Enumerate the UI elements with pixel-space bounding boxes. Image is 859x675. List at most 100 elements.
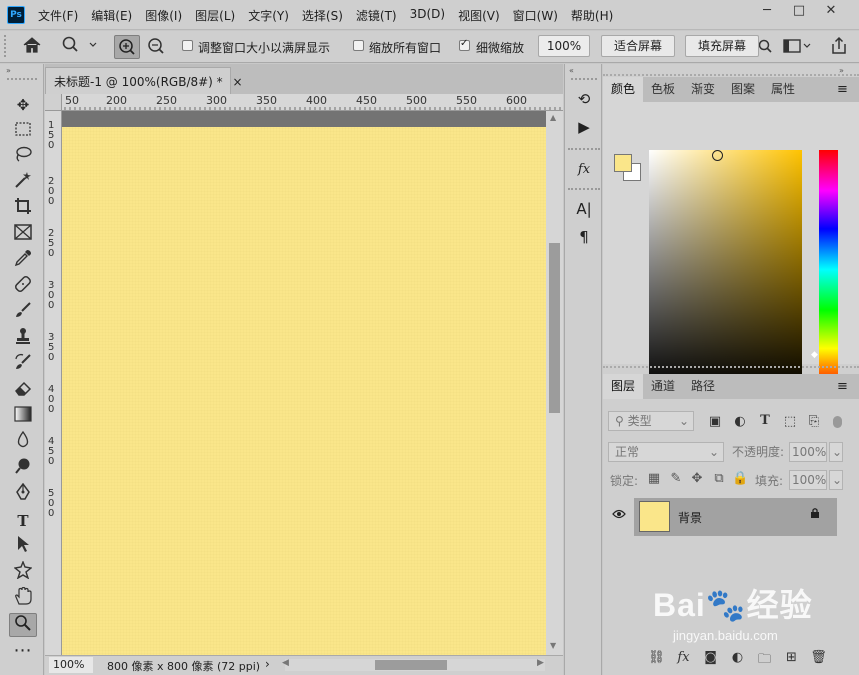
styles-panel-icon[interactable]: fx xyxy=(574,159,594,181)
document-tab[interactable]: 未标题-1 @ 100%(RGB/8#) * × xyxy=(45,67,243,94)
blend-mode-select[interactable]: 正常 ⌄ xyxy=(608,442,724,462)
panel-grip[interactable] xyxy=(603,74,859,76)
blur-tool-icon[interactable] xyxy=(9,430,37,455)
menu-3d[interactable]: 3D(D) xyxy=(410,7,445,24)
lock-artboard-icon[interactable]: ⧉ xyxy=(711,471,727,486)
layer-visibility-eye-icon[interactable] xyxy=(612,508,626,523)
color-picker-marker[interactable] xyxy=(712,150,723,161)
scroll-left-icon[interactable]: ◀ xyxy=(282,658,289,668)
scrubby-zoom-checkbox[interactable] xyxy=(459,38,470,51)
tab-close-icon[interactable]: × xyxy=(233,75,243,89)
filter-adjustment-icon[interactable]: ◐ xyxy=(732,414,748,429)
tab-patterns[interactable]: 图案 xyxy=(723,77,763,102)
color-field[interactable] xyxy=(649,150,802,389)
pen-tool-icon[interactable] xyxy=(9,482,37,507)
collapse-arrows-icon[interactable]: » xyxy=(6,66,11,75)
workspace-icon[interactable] xyxy=(783,38,811,57)
tab-gradients[interactable]: 渐变 xyxy=(683,77,723,102)
magic-wand-tool-icon[interactable] xyxy=(9,171,37,195)
menu-file[interactable]: 文件(F) xyxy=(38,7,78,24)
actions-panel-icon[interactable]: ▶ xyxy=(574,116,594,138)
zoom-percent-field[interactable]: 100% xyxy=(538,35,590,57)
tab-swatches[interactable]: 色板 xyxy=(643,77,683,102)
close-button[interactable]: ✕ xyxy=(815,0,847,22)
vertical-ruler[interactable]: 1 5 0 2 0 0 2 5 0 3 0 0 3 5 0 4 0 0 4 5 … xyxy=(45,111,62,655)
ruler-origin[interactable] xyxy=(45,94,62,111)
fill-field[interactable]: 100% xyxy=(789,470,827,490)
lock-position-icon[interactable]: ✥ xyxy=(689,471,705,486)
options-grip[interactable] xyxy=(4,35,14,57)
menu-type[interactable]: 文字(Y) xyxy=(248,7,289,24)
tab-channels[interactable]: 通道 xyxy=(643,374,683,399)
fit-screen-button[interactable]: 适合屏幕 xyxy=(601,35,675,57)
custom-shape-tool-icon[interactable] xyxy=(9,560,37,585)
strip-grip[interactable] xyxy=(568,188,600,190)
hue-pointer-icon[interactable]: ◆ xyxy=(811,350,818,360)
foreground-color-swatch[interactable] xyxy=(614,154,632,172)
zoom-out-button[interactable] xyxy=(145,36,169,61)
scroll-down-icon[interactable]: ▼ xyxy=(550,641,556,650)
type-tool-icon[interactable]: T xyxy=(9,509,37,533)
horizontal-ruler[interactable]: 50 200 250 300 350 400 450 500 550 600 xyxy=(45,94,563,111)
filter-smart-object-icon[interactable]: ⎘ xyxy=(806,414,822,429)
tab-color[interactable]: 颜色 xyxy=(603,77,643,102)
crop-tool-icon[interactable] xyxy=(9,197,37,221)
lock-transparency-icon[interactable]: ▦ xyxy=(646,471,662,486)
brush-tool-icon[interactable] xyxy=(9,301,37,325)
lock-all-icon[interactable]: 🔒 xyxy=(732,471,748,486)
filter-toggle-icon[interactable] xyxy=(833,416,842,428)
status-zoom-field[interactable]: 100% xyxy=(49,657,93,673)
document-canvas[interactable] xyxy=(62,127,546,655)
vertical-scrollbar[interactable]: ▲ ▼ xyxy=(546,111,563,655)
frame-tool-icon[interactable] xyxy=(9,223,37,247)
tab-properties[interactable]: 属性 xyxy=(763,77,803,102)
panel-menu-icon[interactable]: ≡ xyxy=(837,82,848,97)
move-tool-icon[interactable]: ✥ xyxy=(9,93,37,117)
fill-dropdown-icon[interactable]: ⌄ xyxy=(829,470,843,490)
zoom-in-button[interactable] xyxy=(114,35,140,59)
maximize-button[interactable]: □ xyxy=(783,0,815,22)
layer-name[interactable]: 背景 xyxy=(678,509,702,526)
menu-filter[interactable]: 滤镜(T) xyxy=(356,7,397,24)
path-selection-tool-icon[interactable] xyxy=(9,535,37,559)
healing-brush-tool-icon[interactable] xyxy=(9,275,37,299)
history-panel-icon[interactable]: ⟲ xyxy=(574,88,594,110)
zoom-tool-icon[interactable] xyxy=(9,613,37,637)
gradient-tool-icon[interactable] xyxy=(9,405,37,429)
lock-pixels-icon[interactable]: ✎ xyxy=(668,471,684,486)
layer-kind-filter[interactable]: ⚲ 类型 ⌄ xyxy=(608,411,694,431)
tab-paths[interactable]: 路径 xyxy=(683,374,723,399)
toolbar-grip[interactable] xyxy=(7,78,37,80)
paragraph-panel-icon[interactable]: ¶ xyxy=(574,226,594,248)
hand-tool-icon[interactable] xyxy=(9,586,37,611)
filter-type-icon[interactable]: T xyxy=(757,413,773,428)
minimize-button[interactable]: ─ xyxy=(751,0,783,22)
tab-layers[interactable]: 图层 xyxy=(603,374,643,399)
character-panel-icon[interactable]: A| xyxy=(574,198,594,220)
dodge-tool-icon[interactable] xyxy=(9,457,37,481)
menu-view[interactable]: 视图(V) xyxy=(458,7,500,24)
strip-grip[interactable] xyxy=(571,78,597,80)
strip-grip[interactable] xyxy=(568,148,600,150)
menu-help[interactable]: 帮助(H) xyxy=(571,7,613,24)
collapse-arrows-icon[interactable]: « xyxy=(569,66,574,75)
panel-grip[interactable] xyxy=(603,366,859,368)
layer-row[interactable]: 背景 xyxy=(634,498,837,536)
menu-layer[interactable]: 图层(L) xyxy=(195,7,235,24)
filter-shape-icon[interactable]: ⬚ xyxy=(782,414,798,429)
horizontal-scrollbar[interactable]: ◀ ▶ xyxy=(282,658,545,671)
opacity-dropdown-icon[interactable]: ⌄ xyxy=(829,442,843,462)
menu-select[interactable]: 选择(S) xyxy=(302,7,343,24)
fill-screen-button[interactable]: 填充屏幕 xyxy=(685,35,759,57)
lasso-tool-icon[interactable] xyxy=(9,145,37,169)
eyedropper-tool-icon[interactable] xyxy=(9,249,37,273)
menu-window[interactable]: 窗口(W) xyxy=(513,7,558,24)
vertical-scroll-thumb[interactable] xyxy=(549,243,560,413)
clone-stamp-tool-icon[interactable] xyxy=(9,327,37,351)
filter-pixel-icon[interactable]: ▣ xyxy=(707,414,723,429)
search-icon[interactable] xyxy=(758,37,773,58)
scroll-right-icon[interactable]: ▶ xyxy=(537,658,544,668)
history-brush-tool-icon[interactable] xyxy=(9,353,37,377)
more-tools-icon[interactable]: ⋯ xyxy=(9,639,37,663)
home-icon[interactable] xyxy=(22,36,42,57)
